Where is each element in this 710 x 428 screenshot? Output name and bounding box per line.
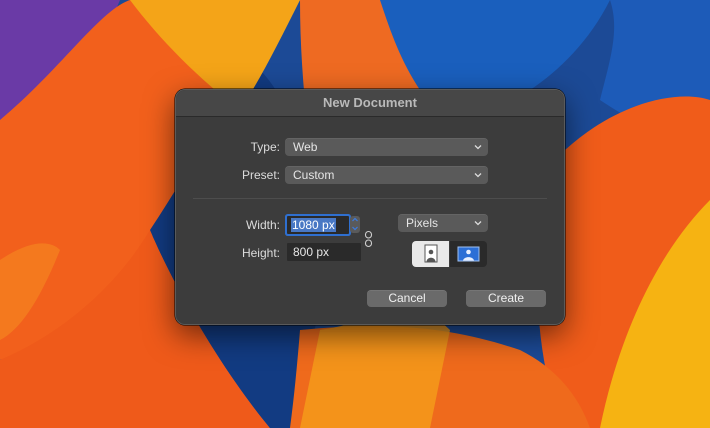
landscape-icon <box>457 246 480 262</box>
new-document-dialog: New Document Type: Web Preset: Custom Wi… <box>175 89 565 325</box>
height-field-value: 800 px <box>293 245 330 259</box>
portrait-orientation-button[interactable] <box>412 241 449 267</box>
width-stepper[interactable] <box>350 216 360 233</box>
separator <box>193 198 547 199</box>
preset-popup[interactable]: Custom <box>285 166 488 184</box>
dialog-title: New Document <box>176 90 564 117</box>
preset-popup-value: Custom <box>293 168 335 182</box>
chevron-down-icon <box>474 173 482 178</box>
landscape-orientation-button[interactable] <box>450 241 487 267</box>
chevron-up-icon <box>352 217 358 222</box>
cancel-button[interactable]: Cancel <box>367 290 447 307</box>
height-label: Height: <box>241 246 280 260</box>
type-label: Type: <box>250 140 280 154</box>
units-popup-value: Pixels <box>406 216 439 230</box>
width-field[interactable]: 1080 px <box>287 216 349 234</box>
create-button[interactable]: Create <box>466 290 546 307</box>
height-field[interactable]: 800 px <box>287 243 361 261</box>
chevron-down-icon <box>474 145 482 150</box>
width-label: Width: <box>245 218 280 232</box>
type-popup[interactable]: Web <box>285 138 488 156</box>
preset-label: Preset: <box>241 168 280 182</box>
units-popup[interactable]: Pixels <box>398 214 488 232</box>
portrait-icon <box>424 244 438 263</box>
width-field-value: 1080 px <box>291 218 336 232</box>
type-popup-value: Web <box>293 140 318 154</box>
link-aspect-icon[interactable] <box>364 230 374 248</box>
chevron-down-icon <box>474 221 482 226</box>
chevron-down-icon <box>352 226 358 231</box>
